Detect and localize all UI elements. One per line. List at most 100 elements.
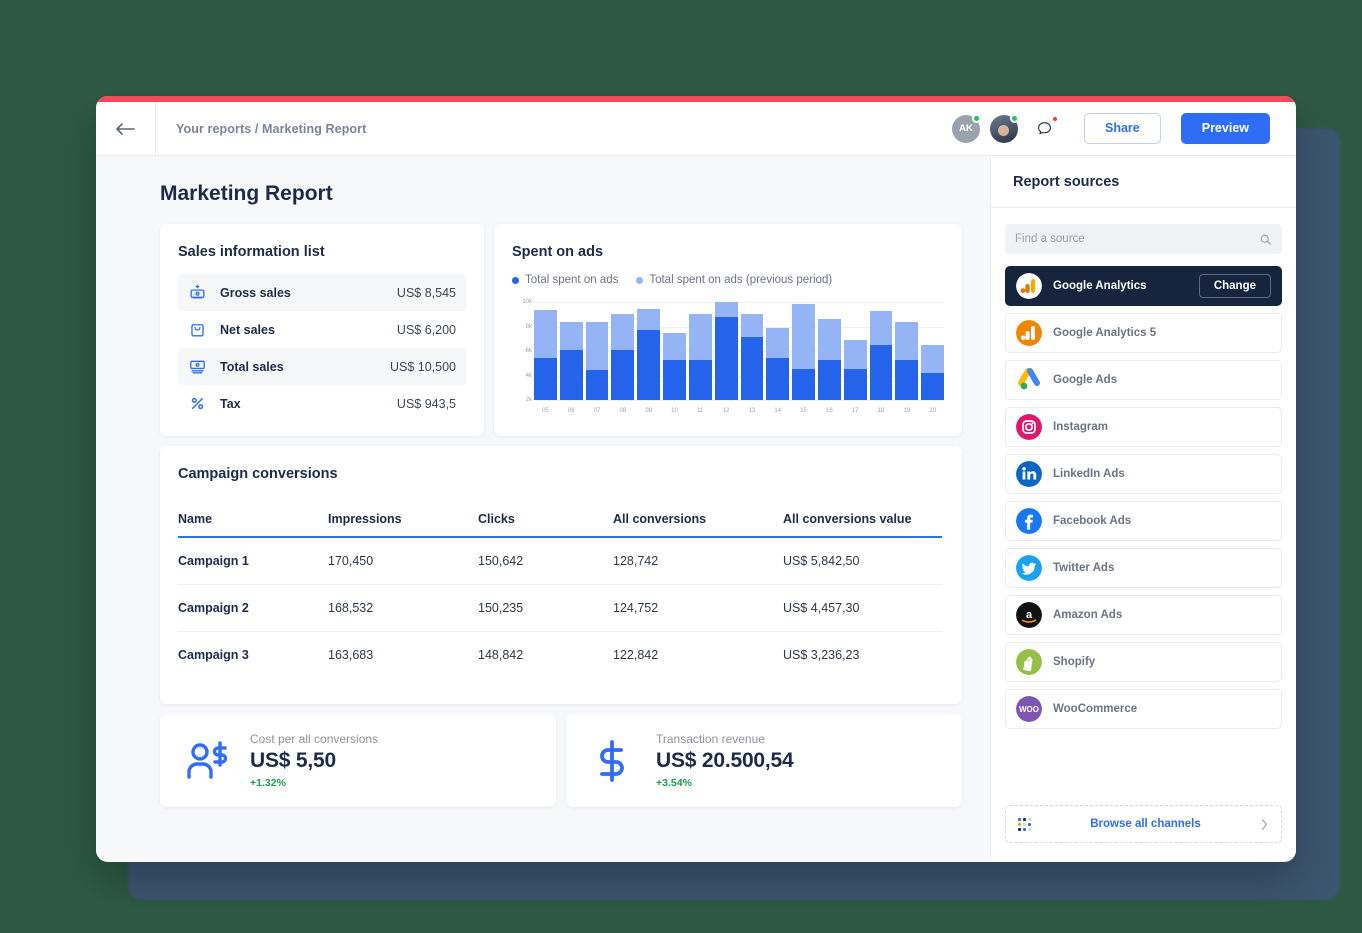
x-axis-tick: 17 <box>851 408 859 414</box>
bar-group[interactable] <box>869 302 893 400</box>
sales-row-label: Total sales <box>220 359 284 374</box>
source-item-facebook-ads[interactable]: Facebook Ads <box>1005 501 1282 541</box>
back-button[interactable] <box>96 102 156 155</box>
table-row[interactable]: Campaign 3 163,683 148,842 122,842 US$ 3… <box>178 632 942 679</box>
metric-cards-row: Cost per all conversions US$ 5,50 +1.32% <box>160 714 962 807</box>
table-row[interactable]: Campaign 1 170,450 150,642 128,742 US$ 5… <box>178 537 942 585</box>
sales-card-title: Sales information list <box>178 244 325 260</box>
app-root: Your reports / Marketing Report AK Share… <box>0 0 1362 933</box>
share-button[interactable]: Share <box>1083 113 1161 144</box>
y-axis-tick: 10k <box>522 299 532 305</box>
change-source-button[interactable]: Change <box>1198 274 1271 298</box>
source-name: LinkedIn Ads <box>1053 468 1125 480</box>
cell-clicks: 150,235 <box>478 584 613 632</box>
x-axis-tick: 15 <box>800 408 807 414</box>
metric-delta: +1.32% <box>250 777 286 789</box>
bar-group[interactable] <box>740 302 764 400</box>
chart-bars <box>534 302 944 400</box>
sales-row-value: US$ 6,200 <box>396 322 456 337</box>
avatar-user-photo[interactable] <box>989 113 1019 143</box>
y-axis-tick: 2k <box>525 397 532 403</box>
source-item-linkedin-ads[interactable]: LinkedIn Ads <box>1005 454 1282 494</box>
bar-current-period <box>559 350 583 400</box>
bar-group[interactable] <box>895 302 919 400</box>
column-header-impressions[interactable]: Impressions <box>328 496 478 537</box>
x-axis-tick: 13 <box>748 408 756 414</box>
bar-group[interactable] <box>534 302 557 400</box>
chart-plot-area: 2k 4k 6k 8k 10k 05 06 07 08 09 10 11 12 13 14 15 16 17 18… <box>512 299 944 414</box>
bar-current-period <box>766 357 790 400</box>
sales-row-value: US$ 8,545 <box>396 285 456 300</box>
cell-all-conversions: 122,842 <box>613 648 659 662</box>
bar-group[interactable] <box>792 302 815 400</box>
bar-group[interactable] <box>559 302 583 400</box>
legend-dot-icon <box>636 276 644 284</box>
legend-item-previous: Total spent on ads (previous period) <box>636 274 832 286</box>
avatar-user-ak[interactable]: AK <box>951 113 981 143</box>
bar-group[interactable] <box>843 302 867 400</box>
search-icon <box>1260 234 1271 245</box>
bar-previous-period <box>637 308 661 331</box>
bar-current-period <box>895 360 919 400</box>
bar-group[interactable] <box>637 302 661 400</box>
table-head: Name Impressions Clicks All conversions … <box>178 496 942 537</box>
bar-group[interactable] <box>585 302 609 400</box>
preview-button[interactable]: Preview <box>1180 113 1270 144</box>
source-name: Amazon Ads <box>1053 609 1123 621</box>
arrow-left-icon <box>115 122 135 135</box>
source-item-instagram[interactable]: Instagram <box>1005 407 1282 447</box>
sales-information-card: Sales information list Gross sales US$ 8… <box>160 224 484 436</box>
x-axis-tick: 09 <box>645 408 652 414</box>
source-item-woocommerce[interactable]: WOO WooCommerce <box>1005 689 1282 729</box>
search-input[interactable] <box>1015 233 1259 245</box>
legend-label: Total spent on ads (previous period) <box>649 274 833 286</box>
apps-grid-icon <box>1018 817 1031 831</box>
bar-group[interactable] <box>766 302 790 400</box>
report-sources-panel: Report sources Google AnalyticsChangeGoo… <box>990 156 1296 861</box>
cell-all-conversions-value: US$ 5,842,50 <box>783 537 942 585</box>
column-header-clicks[interactable]: Clicks <box>478 496 613 537</box>
metric-label: Transaction revenue <box>656 732 765 746</box>
source-item-amazon-ads[interactable]: a Amazon Ads <box>1005 595 1282 635</box>
gridline <box>534 400 944 401</box>
bar-group[interactable] <box>688 302 712 400</box>
bar-group[interactable] <box>714 302 738 400</box>
column-header-all-conversions-value[interactable]: All conversions value <box>783 496 942 537</box>
bar-group[interactable] <box>921 302 944 400</box>
bar-group[interactable] <box>663 302 686 400</box>
google-ads-icon <box>1016 367 1042 393</box>
comments-button[interactable] <box>1030 114 1060 144</box>
bar-group[interactable] <box>611 302 635 400</box>
source-list: Google Analytics Change Google Analytics 5… <box>1005 266 1282 729</box>
metric-card-transaction-revenue: Transaction revenue US$ 20.500,54 +3.54% <box>566 714 962 807</box>
top-cards-row: Sales information list Gross sales US$ 8… <box>160 224 962 436</box>
source-item-google-ads[interactable]: Google Ads <box>1005 360 1282 400</box>
bar-current-period <box>792 368 815 400</box>
x-axis-tick: 12 <box>722 408 730 414</box>
column-header-all-conversions[interactable]: All conversions <box>613 496 783 537</box>
cell-name: Campaign 2 <box>178 584 328 632</box>
source-item-shopify[interactable]: Shopify <box>1005 642 1282 682</box>
bar-previous-period <box>766 327 790 358</box>
source-item-google-analytics-5[interactable]: Google Analytics 5 <box>1005 313 1282 353</box>
cell-name: Campaign 3 <box>178 648 249 662</box>
source-item-google-analytics[interactable]: Google Analytics Change <box>1005 266 1282 306</box>
bar-current-period <box>585 370 609 400</box>
bar-current-period <box>740 336 764 400</box>
table-row[interactable]: Campaign 2 168,532 150,235 124,752 US$ 4… <box>178 584 942 632</box>
source-name: Twitter Ads <box>1053 562 1115 574</box>
sidebar-body: Google Analytics Change Google Analytics 5… <box>991 208 1296 793</box>
bar-current-period <box>611 350 635 400</box>
source-item-twitter-ads[interactable]: Twitter Ads <box>1005 548 1282 588</box>
bar-group[interactable] <box>817 302 841 400</box>
column-header-name[interactable]: Name <box>178 496 328 537</box>
source-search[interactable] <box>1005 224 1282 254</box>
sales-row-value: US$ 943,5 <box>396 396 456 411</box>
svg-text:WOO: WOO <box>1019 705 1039 714</box>
cell-clicks: 148,842 <box>478 648 524 662</box>
browse-all-channels-button[interactable]: Browse all channels <box>1005 805 1282 843</box>
x-axis-tick: 16 <box>826 408 833 414</box>
chart-title: Spent on ads <box>512 244 604 260</box>
breadcrumb[interactable]: Your reports / Marketing Report <box>156 102 952 155</box>
sidebar-title: Report sources <box>991 156 1296 208</box>
